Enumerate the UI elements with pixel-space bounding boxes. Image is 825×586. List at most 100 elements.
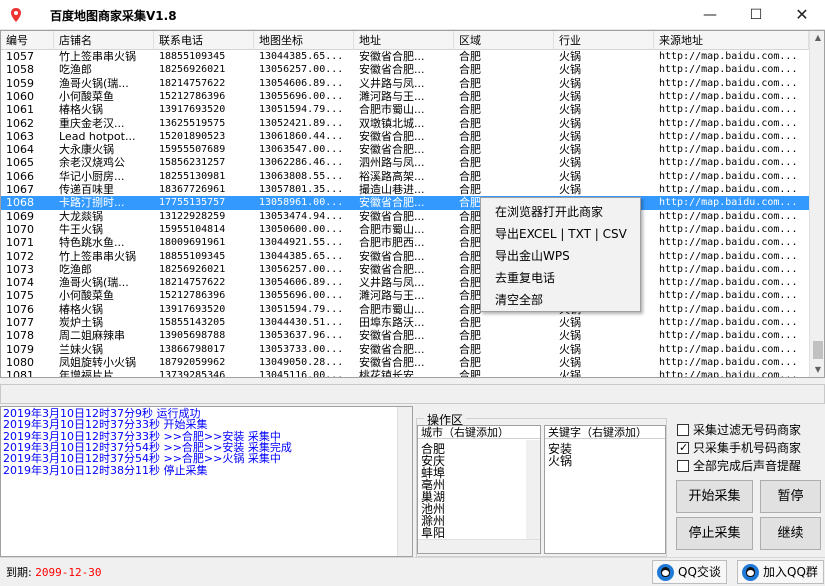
menu-item-export-wps[interactable]: 导出金山WPS [481,245,640,267]
list-item[interactable]: 阜阳 [421,527,445,539]
city-list-vertical-scrollbar[interactable] [526,440,540,540]
column-header-source[interactable]: 来源地址 [654,31,809,50]
cell-source: http://map.baidu.com... [659,144,798,156]
column-header-shop[interactable]: 店铺名 [54,31,154,50]
cell-source: http://map.baidu.com... [659,117,798,129]
cell-source: http://map.baidu.com... [659,290,798,302]
cell-shop: 卡路汀捌时... [59,196,125,210]
cell-shop: 年增福片片... [59,369,125,378]
table-row[interactable]: 1079 兰妹火锅 13866798017 13053733.00... 安徽省合肥..… [1,343,809,356]
table-vertical-scrollbar[interactable]: ▲ ▼ [809,31,824,377]
cell-area: 合肥 [459,329,481,343]
scrollbar-thumb[interactable] [813,341,823,359]
minimize-button[interactable]: — [687,0,733,30]
cell-address: 合肥市蜀山... [359,302,425,316]
join-qq-group-label: 加入QQ群 [763,565,818,579]
cell-address: 合肥市蜀山... [359,103,425,117]
table-row[interactable]: 1065 余老汉烧鸡公 15856231257 13062286.46... 泗州路与凤… [1,156,809,169]
menu-item-open-in-browser[interactable]: 在浏览器打开此商家 [481,201,640,223]
column-header-address[interactable]: 地址 [354,31,454,50]
scroll-up-arrow-icon[interactable]: ▲ [810,31,824,45]
close-button[interactable]: ✕ [779,0,825,30]
menu-item-clear-all[interactable]: 清空全部 [481,289,640,311]
table-row[interactable]: 1057 竹上签串串火锅 18855109345 13044385.65... 安徽省合… [1,50,809,63]
cell-id: 1076 [6,302,34,316]
table-row[interactable]: 1077 炭炉土锅 15855143205 13044430.51... 田埠东路沃..… [1,316,809,329]
table-row[interactable]: 1071 特色跳水鱼... 18009691961 13044921.55... 合肥市… [1,236,809,249]
table-row[interactable]: 1063 Lead hotpot... 15201890523 13061860.44… [1,130,809,143]
cell-shop: 吃渔郎 [59,63,92,77]
table-row[interactable]: 1059 渔哥火锅(瑞... 18214757622 13054606.89... 义井… [1,77,809,90]
column-header-coord[interactable]: 地图坐标 [254,31,354,50]
cell-source: http://map.baidu.com... [659,250,798,262]
cell-area: 合肥 [459,143,481,157]
cell-phone: 15856231257 [159,157,226,169]
cell-industry: 火锅 [559,129,581,143]
menu-item-export-excel-txt-csv[interactable]: 导出EXCEL | TXT | CSV [481,223,640,245]
resume-button[interactable]: 继续 [760,517,821,550]
city-list-horizontal-scrollbar[interactable] [418,539,540,553]
table-row[interactable]: 1067 传递百味里 18367726961 13057801.35... 撮造山巷进.… [1,183,809,196]
table-row[interactable]: 1081 年增福片片... 13739285346 13045116.00... 桃花镇… [1,369,809,378]
cell-coord: 13044430.51... [259,317,344,328]
table-row[interactable]: 1060 小何酸菜鱼 15212786396 13055696.00... 濉河路与王.… [1,90,809,103]
checkbox-box[interactable] [677,460,689,472]
filter-no-phone-checkbox[interactable]: 采集过滤无号码商家 [677,422,801,438]
keyword-listbox[interactable]: 关键字（右键添加） 安装 火锅 [544,425,666,554]
table-row[interactable]: 1072 竹上签串串火锅 18855109345 13044385.65... 安徽省合… [1,250,809,263]
list-item[interactable]: 火锅 [548,455,572,467]
cell-coord: 13049050.28... [259,356,344,368]
table-body: 1057 竹上签串串火锅 18855109345 13044385.65... 安徽省合… [1,50,809,378]
cell-coord: 13044385.65... [259,51,344,62]
table-row[interactable]: 1074 渔哥火锅(瑞... 18214757622 13054606.89... 义井… [1,276,809,289]
cell-address: 义井路与凤... [359,276,425,290]
column-header-industry[interactable]: 行业 [554,31,654,50]
table-row[interactable]: 1064 大永康火锅 15955507689 13063547.00... 安徽省合肥.… [1,143,809,156]
checkbox-label: 采集过滤无号码商家 [693,423,802,437]
scroll-down-arrow-icon[interactable]: ▼ [810,363,824,377]
table-row[interactable]: 1075 小何酸菜鱼 15212786396 13055696.00... 濉河路与王.… [1,289,809,302]
table-row[interactable]: 1058 吃渔郎 18256926021 13056257.00... 安徽省合肥...… [1,63,809,76]
table-row[interactable]: 1070 牛王火锅 15955104814 13050600.00... 合肥市蜀山..… [1,223,809,236]
column-header-phone[interactable]: 联系电话 [154,31,254,50]
cell-area: 合肥 [459,129,481,143]
cell-area: 合肥 [459,76,481,90]
table-row[interactable]: 1062 重庆金老汉... 13625519575 13052421.89... 双墩镇… [1,117,809,130]
checkbox-label: 全部完成后声音提醒 [693,459,802,473]
qq-chat-button[interactable]: QQ交谈 [652,560,727,584]
city-listbox[interactable]: 城市（右键添加） 合肥 安庆 蚌埠 亳州 巢湖 池州 滁州 阜阳 [417,425,541,554]
only-mobile-checkbox[interactable]: 只采集手机号码商家 [677,440,801,456]
cell-id: 1058 [6,63,34,77]
join-qq-group-button[interactable]: 加入QQ群 [737,560,824,584]
table-row[interactable]: 1069 大龙燚锅 13122928259 13053474.94... 安徽省合肥..… [1,210,809,223]
cell-address: 安徽省合肥... [359,143,425,157]
table-row[interactable]: 1080 凤姐旋转小火锅 18792059962 13049050.28... 安徽省合… [1,356,809,369]
results-table[interactable]: 编号 店铺名 联系电话 地图坐标 地址 区域 行业 来源地址 1057 竹上签串串火锅 18855… [0,30,825,378]
checkbox-box[interactable] [677,424,689,436]
menu-item-dedupe-phone[interactable]: 去重复电话 [481,267,640,289]
table-row[interactable]: 1061 椿格火锅 13917693520 13051594.79... 合肥市蜀山..… [1,103,809,116]
cell-source: http://map.baidu.com... [659,104,798,116]
table-row[interactable]: 1076 椿格火锅 13917693520 13051594.79... 合肥市蜀山..… [1,303,809,316]
cell-phone: 13866798017 [159,343,226,355]
cell-shop: 大龙燚锅 [59,209,103,223]
pause-button[interactable]: 暂停 [760,480,821,513]
cell-address: 安徽省合肥... [359,342,425,356]
table-row[interactable]: 1068 卡路汀捌时... 17755135757 13058961.00... 安徽省… [1,196,809,210]
stop-collect-button[interactable]: 停止采集 [676,517,753,550]
table-row[interactable]: 1073 吃渔郎 18256926021 13056257.00... 安徽省合肥...… [1,263,809,276]
cell-coord: 13062286.46... [259,157,344,169]
cell-address: 合肥市蜀山... [359,222,425,236]
checkbox-box[interactable] [677,440,689,456]
column-header-id[interactable]: 编号 [1,31,54,50]
sound-on-finish-checkbox[interactable]: 全部完成后声音提醒 [677,458,801,474]
column-header-area[interactable]: 区域 [454,31,554,50]
expire-date: 2099-12-30 [35,566,102,579]
cell-phone: 18255130981 [159,170,226,182]
maximize-button[interactable]: ☐ [733,0,779,30]
table-row[interactable]: 1066 华记小厨房... 18255130981 13063808.55... 裕溪路… [1,170,809,183]
table-row[interactable]: 1078 周二姐麻辣串 13905698788 13053637.96... 安徽省合肥… [1,329,809,342]
cell-industry: 火锅 [559,156,581,170]
start-collect-button[interactable]: 开始采集 [676,480,753,513]
log-vertical-scrollbar[interactable] [397,407,412,556]
